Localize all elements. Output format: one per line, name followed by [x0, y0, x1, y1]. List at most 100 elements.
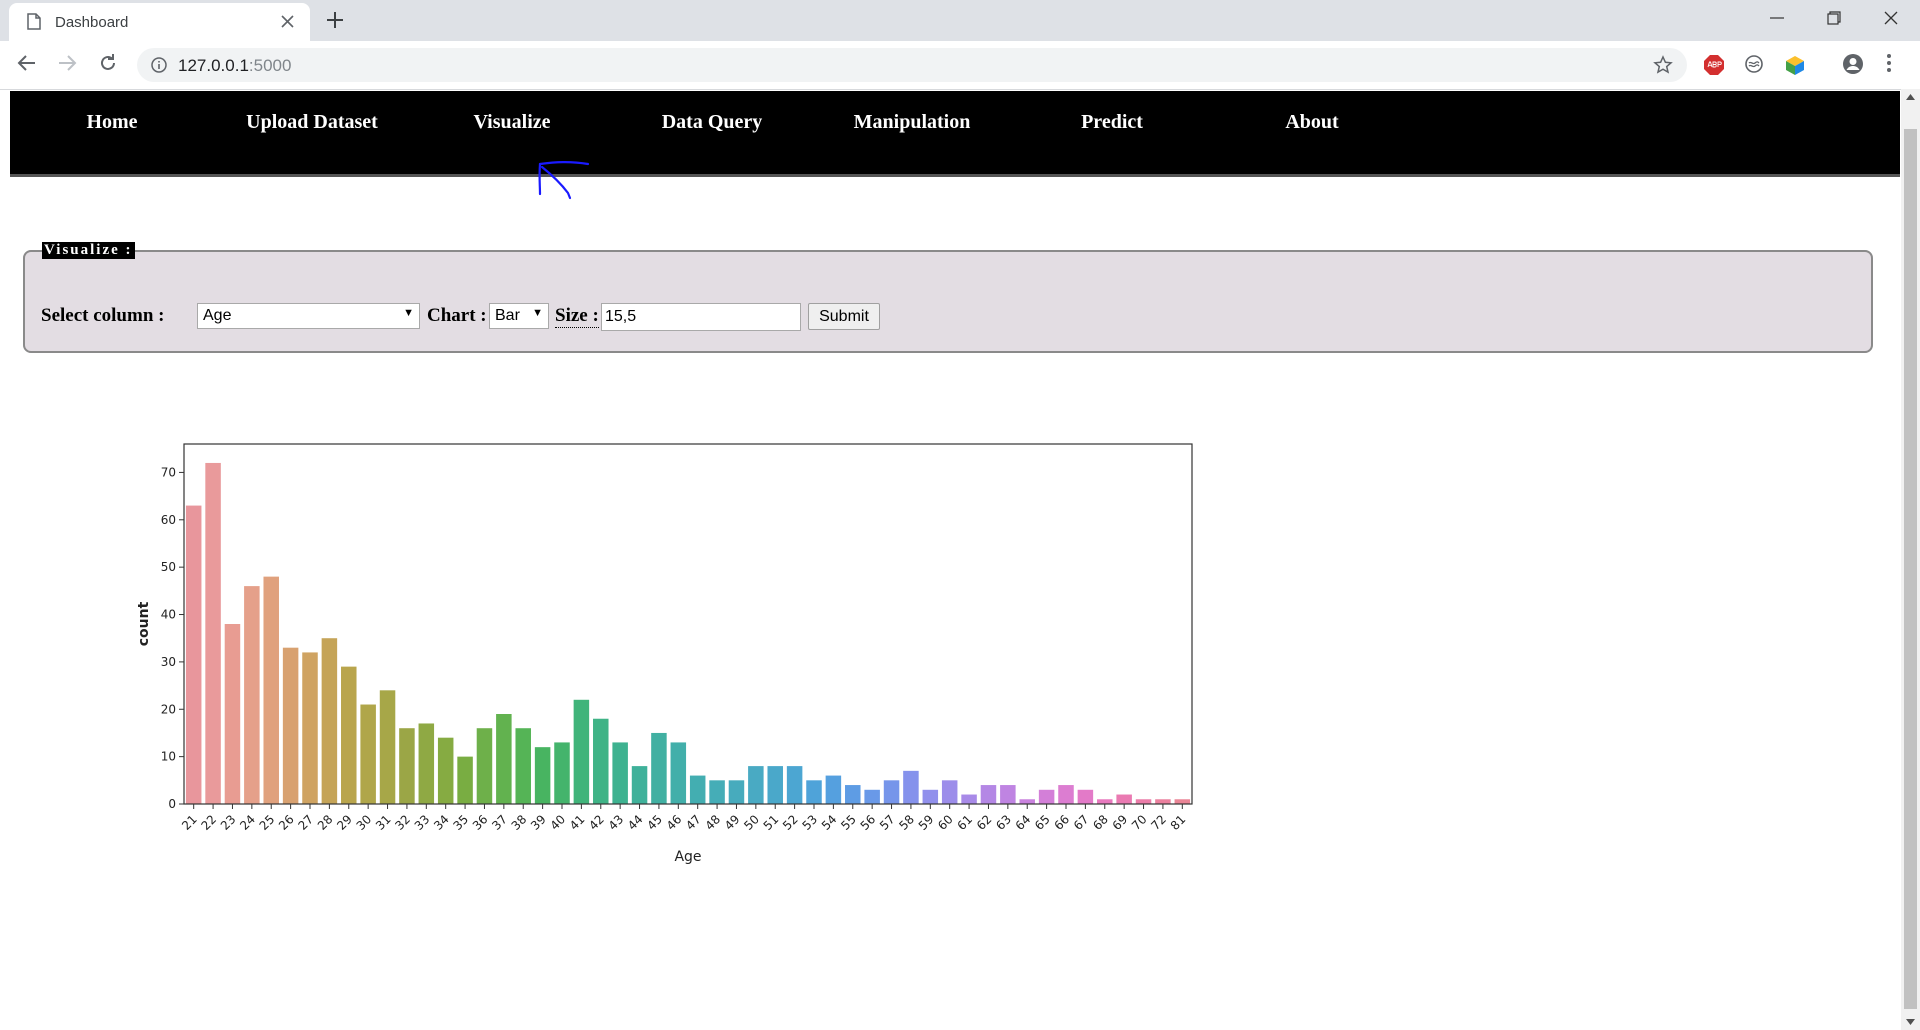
url-host: 127.0.0.1 [178, 56, 249, 75]
y-tick-label: 70 [161, 465, 176, 479]
column-select[interactable]: Age ▼ [197, 303, 420, 329]
x-tick-label: 81 [1168, 812, 1189, 833]
x-tick-label: 39 [528, 812, 549, 833]
bar-age-59 [922, 789, 939, 804]
x-tick-label: 54 [819, 812, 840, 833]
bar-age-63 [1000, 785, 1016, 804]
bar-age-68 [1097, 799, 1113, 804]
bar-age-25 [263, 576, 279, 804]
minimize-icon[interactable] [1770, 12, 1784, 24]
submit-button[interactable]: Submit [808, 303, 880, 330]
x-tick-label: 72 [1148, 812, 1169, 833]
tab-title: Dashboard [55, 14, 129, 31]
bar-age-26 [282, 647, 299, 804]
x-tick-label: 50 [741, 812, 762, 833]
x-tick-label: 32 [392, 812, 413, 833]
profile-icon[interactable] [1842, 53, 1864, 75]
x-tick-label: 43 [606, 812, 627, 833]
bar-age-21 [185, 505, 202, 804]
x-tick-label: 66 [1051, 812, 1072, 833]
nav-predict[interactable]: Predict [1081, 111, 1143, 134]
bar-age-67 [1077, 789, 1094, 804]
chevron-down-icon: ▼ [532, 307, 543, 319]
x-tick-label: 23 [218, 812, 239, 833]
page-scrollbar[interactable] [1901, 89, 1920, 1030]
x-tick-label: 33 [412, 812, 433, 833]
extension-icon[interactable] [1744, 54, 1764, 74]
bar-age-70 [1135, 799, 1152, 804]
bar-age-28 [321, 638, 338, 804]
size-input[interactable] [601, 303, 801, 331]
bar-age-49 [728, 780, 745, 804]
adblock-icon[interactable] [1703, 54, 1725, 76]
nav-visualize[interactable]: Visualize [473, 111, 550, 134]
age-count-bar-chart: count Age 010203040506070212223242526272… [136, 443, 1193, 865]
bar-age-38 [515, 728, 531, 804]
x-tick-label: 30 [354, 812, 375, 833]
nav-data-query[interactable]: Data Query [662, 111, 763, 134]
x-tick-label: 38 [509, 812, 530, 833]
bar-age-40 [554, 742, 570, 804]
close-window-icon[interactable] [1884, 11, 1898, 25]
back-icon[interactable] [17, 53, 37, 73]
x-tick-label: 67 [1071, 812, 1092, 833]
forward-icon[interactable] [57, 53, 77, 73]
menu-kebab-icon[interactable] [1886, 53, 1892, 73]
x-tick-label: 42 [586, 812, 607, 833]
bar-age-23 [224, 624, 241, 804]
bar-age-81 [1174, 799, 1191, 804]
main-navbar: Home Upload Dataset Visualize Data Query… [10, 91, 1900, 177]
x-tick-label: 45 [644, 812, 665, 833]
bar-age-44 [631, 766, 648, 804]
bar-age-65 [1038, 789, 1055, 804]
address-bar[interactable]: 127.0.0.1:5000 [137, 48, 1687, 82]
nav-about[interactable]: About [1285, 111, 1338, 134]
x-tick-label: 52 [780, 812, 801, 833]
bar-age-56 [864, 789, 880, 804]
reload-icon[interactable] [98, 53, 118, 73]
x-tick-label: 70 [1129, 812, 1150, 833]
nav-upload-dataset[interactable]: Upload Dataset [246, 111, 378, 134]
x-tick-label: 31 [373, 812, 394, 833]
x-tick-label: 61 [954, 812, 975, 833]
x-tick-label: 56 [858, 812, 879, 833]
bar-age-69 [1116, 794, 1132, 804]
new-tab-icon[interactable] [326, 11, 344, 29]
bookmark-star-icon[interactable] [1653, 55, 1673, 75]
nav-home[interactable]: Home [86, 111, 137, 134]
bar-age-66 [1058, 785, 1074, 804]
y-tick-label: 20 [161, 702, 176, 716]
scroll-up-icon[interactable] [1906, 94, 1915, 100]
bar-age-22 [205, 462, 221, 804]
browser-toolbar: 127.0.0.1:5000 [0, 41, 1920, 90]
x-tick-label: 47 [683, 812, 704, 833]
scroll-down-icon[interactable] [1906, 1019, 1915, 1025]
x-tick-label: 62 [974, 812, 995, 833]
bar-age-35 [457, 756, 473, 804]
x-tick-label: 21 [179, 812, 200, 833]
bar-age-37 [496, 714, 512, 804]
x-tick-label: 63 [993, 812, 1014, 833]
bar-age-27 [302, 652, 318, 804]
nav-manipulation[interactable]: Manipulation [854, 111, 971, 134]
restore-icon[interactable] [1827, 11, 1841, 25]
chart-type-select[interactable]: Bar ▼ [489, 303, 549, 329]
x-tick-label: 68 [1090, 812, 1111, 833]
bar-age-50 [748, 766, 764, 804]
x-tick-label: 40 [547, 812, 568, 833]
x-tick-label: 57 [877, 812, 898, 833]
bar-age-30 [360, 704, 376, 804]
chevron-down-icon: ▼ [403, 307, 414, 319]
x-tick-label: 44 [625, 812, 646, 833]
bar-age-55 [845, 785, 861, 804]
bar-age-47 [689, 775, 706, 804]
close-tab-icon[interactable] [281, 15, 294, 28]
bar-age-52 [786, 766, 803, 804]
scrollbar-thumb[interactable] [1904, 129, 1917, 1009]
info-icon[interactable] [151, 57, 167, 73]
x-tick-label: 65 [1032, 812, 1053, 833]
extension-cube-icon[interactable] [1784, 54, 1806, 76]
bar-age-41 [573, 699, 590, 804]
visualize-legend: Visualize : [42, 242, 135, 259]
browser-tab[interactable]: Dashboard [9, 3, 310, 41]
